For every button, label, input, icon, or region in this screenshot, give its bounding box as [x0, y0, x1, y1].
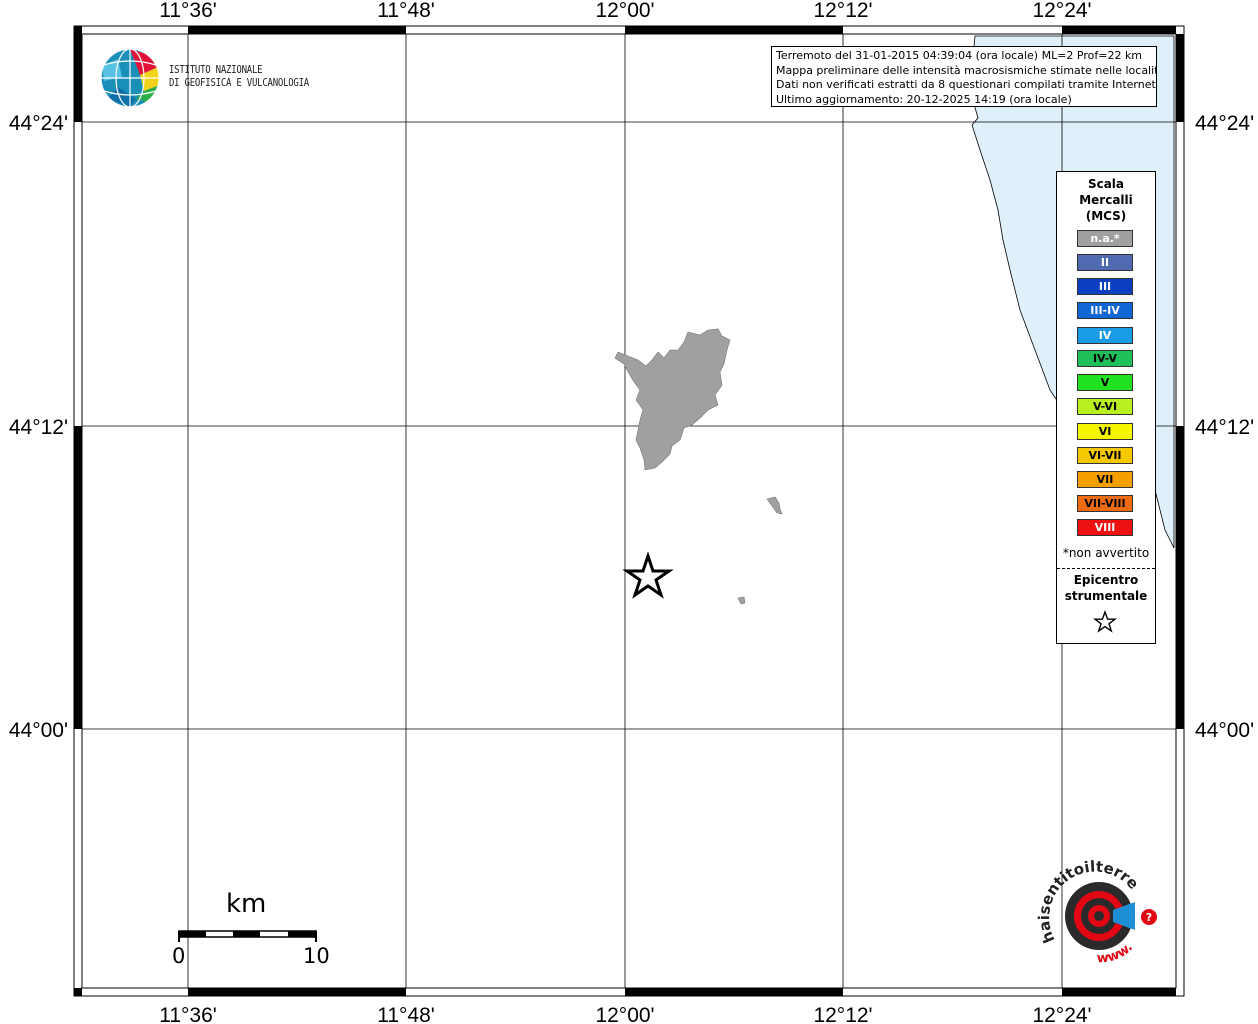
svg-text:?: ?: [1146, 911, 1152, 924]
event-info-line1: Terremoto del 31-01-2015 04:39:04 (ora l…: [776, 49, 1143, 62]
lat-label-left-2: 44°12': [9, 416, 68, 439]
municipality-area-tiny: [737, 596, 746, 605]
legend-swatch-vii-viii: VII-VIII: [1077, 495, 1133, 512]
legend-title: Scala Mercalli (MCS): [1057, 176, 1155, 224]
event-info-line3: Dati non verificati estratti da 8 questi…: [776, 78, 1157, 91]
lon-label-top-4: 12°12': [813, 0, 872, 22]
legend-swatch-v: V: [1077, 374, 1133, 391]
legend-swatch-iii: III: [1077, 278, 1133, 295]
legend-title-line1: Scala: [1087, 177, 1125, 191]
legend-swatch-iv-v: IV-V: [1077, 350, 1133, 367]
lon-label-bottom-2: 11°48': [377, 1004, 435, 1024]
ingv-name-line2: DI GEOFISICA E VULCANOLOGIA: [169, 76, 309, 89]
legend-epicenter-label: Epicentro strumentale: [1057, 572, 1155, 604]
ingv-globe-icon: [100, 48, 160, 108]
legend-swatch-v-vi: V-VI: [1077, 398, 1133, 415]
scale-bar: [178, 930, 317, 942]
lon-label-top-2: 11°48': [377, 0, 435, 22]
legend-title-line3: (MCS): [1085, 209, 1127, 223]
lon-label-top-5: 12°24': [1032, 0, 1091, 22]
haisentito-logo-icon: ? haisentitoilterremoto.it www.: [1035, 850, 1157, 966]
legend-star-icon: [1093, 610, 1117, 633]
lon-label-bottom-3: 12°00': [595, 1004, 654, 1024]
event-info-line2: Mappa preliminare delle intensità macros…: [776, 63, 1157, 77]
legend-swatch-iv: IV: [1077, 327, 1133, 344]
lon-label-bottom-1: 11°36': [159, 1004, 217, 1024]
lat-label-left-3: 44°00': [9, 719, 68, 742]
legend-swatch-ii: II: [1077, 254, 1133, 271]
legend-swatch-vi-vii: VI-VII: [1077, 447, 1133, 464]
municipality-area-main: [614, 328, 731, 471]
lat-label-right-3: 44°00': [1195, 719, 1254, 742]
ingv-name: ISTITUTO NAZIONALE DI GEOFISICA E VULCAN…: [169, 63, 309, 89]
lon-label-top-3: 12°00': [595, 0, 654, 22]
event-info-line4: Ultimo aggiornamento: 20-12-2025 14:19 (…: [776, 92, 1072, 106]
mcs-legend: Scala Mercalli (MCS) n.a.* II III III-IV…: [1056, 171, 1156, 644]
scale-bar-start: 0: [172, 944, 186, 968]
legend-swatch-iii-iv: III-IV: [1077, 302, 1133, 319]
legend-swatch-vi: VI: [1077, 423, 1133, 440]
lon-label-bottom-4: 12°12': [813, 1004, 872, 1024]
legend-title-line2: Mercalli: [1079, 193, 1133, 207]
municipality-area-small: [766, 496, 783, 515]
epicenter-star: [622, 551, 674, 599]
lat-label-left-1: 44°24': [9, 112, 68, 135]
legend-swatch-na: n.a.*: [1077, 230, 1133, 247]
event-info-box: Terremoto del 31-01-2015 04:39:04 (ora l…: [771, 46, 1157, 107]
scale-bar-end: 10: [303, 944, 330, 968]
lon-label-top-1: 11°36': [159, 0, 217, 22]
legend-note: *non avvertito: [1062, 546, 1150, 560]
lon-label-bottom-5: 12°24': [1032, 1004, 1091, 1024]
legend-swatch-viii: VIII: [1077, 519, 1133, 536]
lat-label-right-1: 44°24': [1195, 112, 1254, 135]
legend-epicenter-line1: Epicentro: [1073, 573, 1139, 587]
legend-swatch-vii: VII: [1077, 471, 1133, 488]
ingv-name-line1: ISTITUTO NAZIONALE: [169, 63, 263, 76]
legend-divider: [1057, 568, 1155, 569]
scale-bar-unit: km: [226, 889, 267, 919]
lat-label-right-2: 44°12': [1195, 416, 1254, 439]
legend-epicenter-line2: strumentale: [1064, 589, 1148, 603]
